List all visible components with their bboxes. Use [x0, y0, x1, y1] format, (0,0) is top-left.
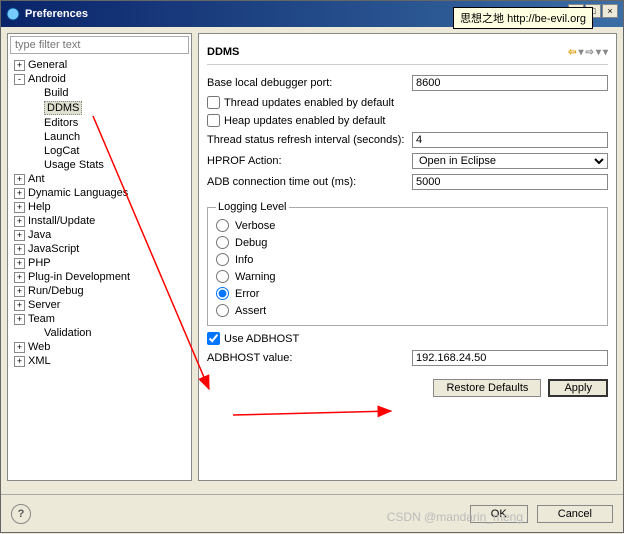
tree-item[interactable]: +Run/Debug [10, 284, 189, 298]
adbhost-label: ADBHOST value: [207, 352, 412, 364]
tree-item[interactable]: Usage Stats [10, 158, 189, 172]
tree-item[interactable]: +Plug-in Development [10, 270, 189, 284]
window-title: Preferences [25, 8, 88, 20]
tree-item[interactable]: Build [10, 86, 189, 100]
preferences-tree-sidebar: +General-AndroidBuildDDMSEditorsLaunchLo… [7, 33, 192, 481]
port-label: Base local debugger port: [207, 77, 412, 89]
thread-checkbox[interactable] [207, 96, 220, 109]
log-level-radio[interactable]: Error [216, 285, 599, 302]
tree-item[interactable]: +Install/Update [10, 214, 189, 228]
tree-item[interactable]: Launch [10, 130, 189, 144]
hprof-label: HPROF Action: [207, 155, 412, 167]
dialog-footer: ? OK Cancel [1, 494, 623, 532]
log-level-radio[interactable]: Info [216, 251, 599, 268]
app-icon [5, 6, 21, 22]
tree-item[interactable]: +Java [10, 228, 189, 242]
log-level-radio[interactable]: Debug [216, 234, 599, 251]
tree-item[interactable]: +Ant [10, 172, 189, 186]
tree-item[interactable]: Editors [10, 116, 189, 130]
use-adbhost-checkbox[interactable] [207, 332, 220, 345]
refresh-input[interactable] [412, 132, 608, 148]
tree-item[interactable]: Validation [10, 326, 189, 340]
tree-item[interactable]: +Server [10, 298, 189, 312]
preferences-tree[interactable]: +General-AndroidBuildDDMSEditorsLaunchLo… [8, 56, 191, 480]
tree-item[interactable]: -Android [10, 72, 189, 86]
restore-button[interactable]: Restore Defaults [433, 379, 541, 397]
cancel-button[interactable]: Cancel [537, 505, 613, 523]
adbhost-input[interactable] [412, 350, 608, 366]
log-level-radio[interactable]: Verbose [216, 217, 599, 234]
filter-input[interactable] [10, 36, 189, 54]
tree-item[interactable]: +JavaScript [10, 242, 189, 256]
ok-button[interactable]: OK [470, 505, 528, 523]
refresh-label: Thread status refresh interval (seconds)… [207, 134, 412, 146]
tooltip-overlay: 思想之地 http://be-evil.org [453, 7, 593, 29]
nav-arrows[interactable]: ⇦▾ ⇨▾ ▾ [568, 47, 608, 58]
heap-cb-label: Heap updates enabled by default [224, 115, 385, 127]
adb-timeout-input[interactable] [412, 174, 608, 190]
log-level-radio[interactable]: Assert [216, 302, 599, 319]
adb-timeout-label: ADB connection time out (ms): [207, 176, 412, 188]
port-input[interactable] [412, 75, 608, 91]
tree-item[interactable]: +Web [10, 340, 189, 354]
tree-item[interactable]: +Team [10, 312, 189, 326]
hprof-select[interactable]: Open in Eclipse [412, 153, 608, 169]
tree-item[interactable]: +XML [10, 354, 189, 368]
logging-legend: Logging Level [216, 201, 289, 213]
apply-button[interactable]: Apply [548, 379, 608, 397]
tree-item[interactable]: +General [10, 58, 189, 72]
tree-item[interactable]: +PHP [10, 256, 189, 270]
tree-item[interactable]: +Help [10, 200, 189, 214]
page-title: DDMS [207, 46, 239, 58]
use-adbhost-label: Use ADBHOST [224, 333, 299, 345]
heap-checkbox[interactable] [207, 114, 220, 127]
help-icon[interactable]: ? [11, 504, 31, 524]
tree-item[interactable]: LogCat [10, 144, 189, 158]
logging-fieldset: Logging Level VerboseDebugInfoWarningErr… [207, 201, 608, 326]
log-level-radio[interactable]: Warning [216, 268, 599, 285]
tree-item[interactable]: DDMS [10, 100, 189, 116]
tree-item[interactable]: +Dynamic Languages [10, 186, 189, 200]
fwd-arrow-icon[interactable]: ⇨ [586, 47, 594, 58]
thread-cb-label: Thread updates enabled by default [224, 97, 394, 109]
close-button[interactable]: × [602, 4, 618, 18]
preferences-panel: DDMS ⇦▾ ⇨▾ ▾ Base local debugger port: T… [198, 33, 617, 481]
back-arrow-icon[interactable]: ⇦ [568, 47, 576, 58]
